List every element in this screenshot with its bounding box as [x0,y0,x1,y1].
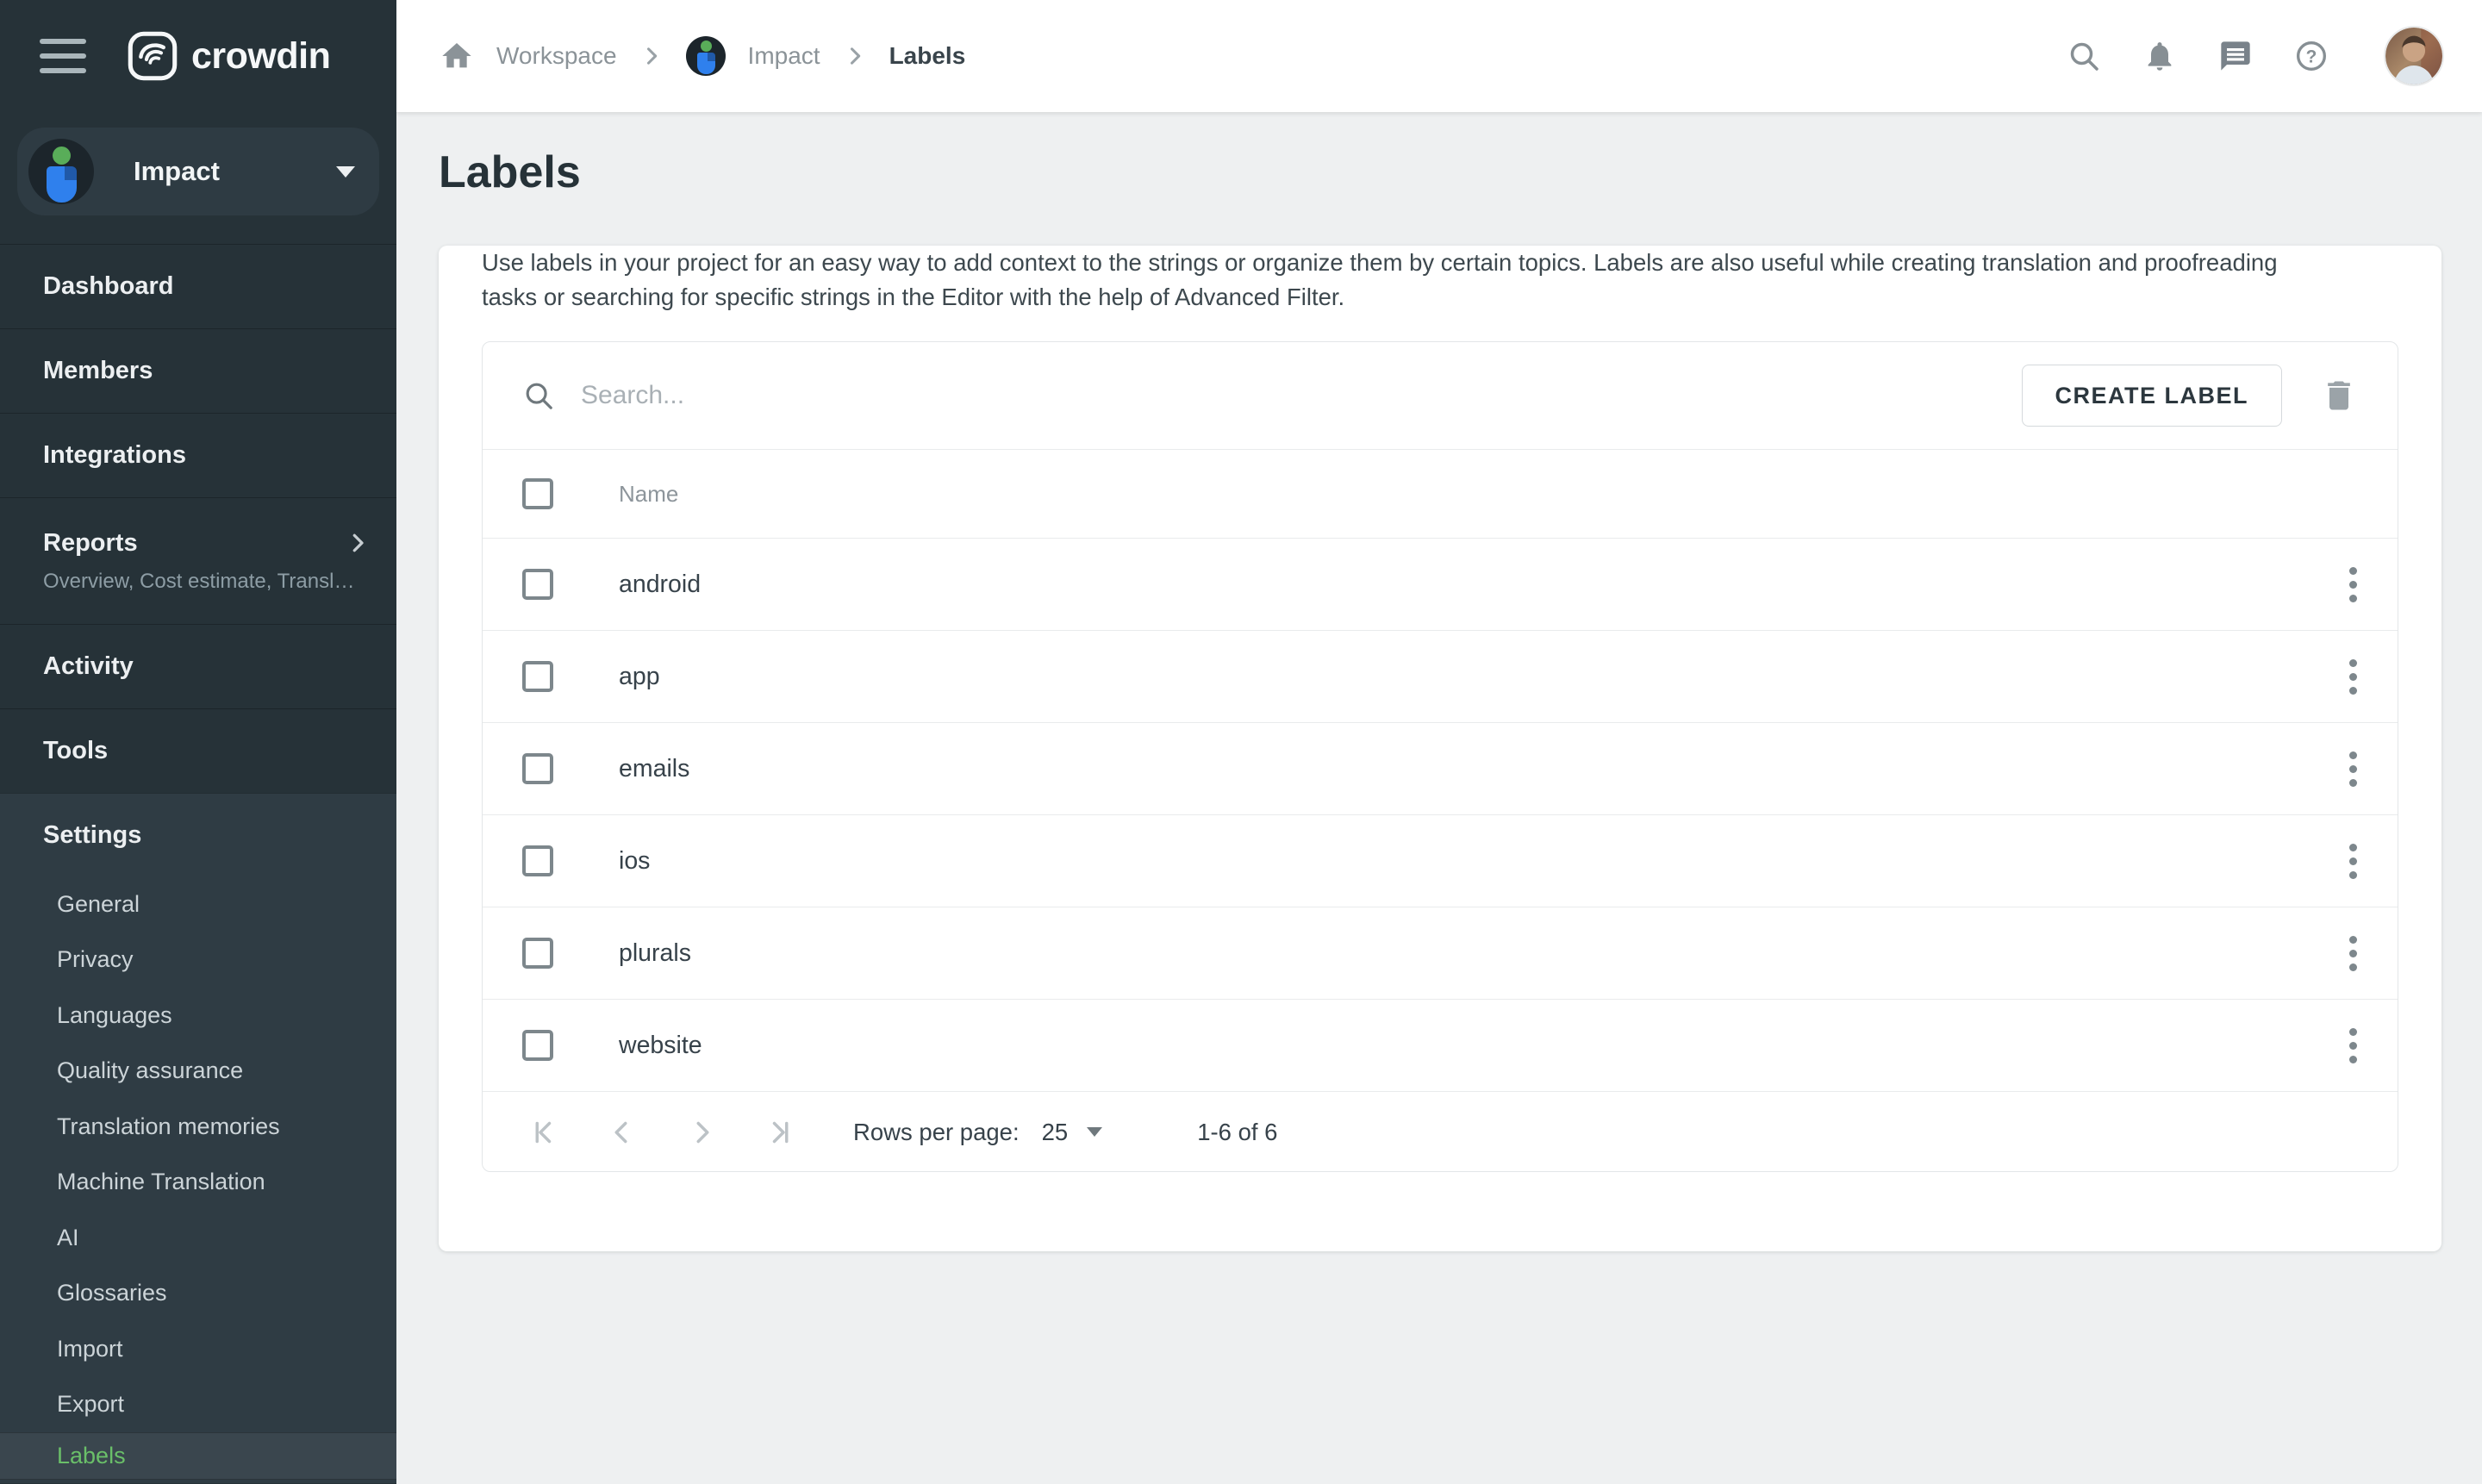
label-name: emails [619,755,689,783]
home-icon[interactable] [440,39,474,73]
row-checkbox[interactable] [522,569,553,600]
label-name: website [619,1032,702,1060]
sidebar-item-reports[interactable]: Reports Overview, Cost estimate, Transl… [0,497,396,624]
sidebar-item-privacy[interactable]: Privacy [0,932,396,988]
row-kebab-menu-icon[interactable] [2334,743,2372,795]
user-avatar[interactable] [2385,28,2442,84]
chevron-right-icon [843,44,867,68]
table-header-row: Name [483,449,2398,538]
search-icon [522,379,555,412]
sidebar-item-export[interactable]: Export [0,1377,396,1433]
label-name: app [619,663,660,691]
search-icon[interactable] [2067,39,2101,73]
sidebar-item-integrations[interactable]: Integrations [0,413,396,497]
breadcrumb-project[interactable]: Impact [748,42,820,70]
row-kebab-menu-icon[interactable] [2334,1019,2372,1071]
rows-per-page-label: Rows per page: [853,1119,1020,1146]
chat-icon[interactable] [2218,39,2253,73]
sidebar-menu: Dashboard Members Integrations Reports O… [0,244,396,793]
row-checkbox[interactable] [522,753,553,784]
pagination-range: 1-6 of 6 [1197,1119,1277,1146]
sidebar-item-quality-assurance[interactable]: Quality assurance [0,1044,396,1100]
main-content: Labels Use labels in your project for an… [396,112,2482,1484]
sidebar-item-general[interactable]: General [0,876,396,932]
name-column-header: Name [619,481,678,508]
sidebar-item-settings[interactable]: Settings [0,794,396,876]
project-avatar-icon [28,139,94,204]
row-kebab-menu-icon[interactable] [2334,558,2372,610]
help-icon[interactable]: ? [2294,39,2329,73]
select-all-checkbox[interactable] [522,478,553,509]
svg-text:?: ? [2306,47,2317,66]
first-page-icon[interactable] [527,1117,558,1148]
row-kebab-menu-icon[interactable] [2334,835,2372,887]
breadcrumb-current: Labels [889,42,966,70]
table-row-plurals: plurals [483,907,2398,999]
sidebar-item-tools[interactable]: Tools [0,708,396,793]
table-row-website: website [483,999,2398,1091]
next-page-icon[interactable] [686,1117,717,1148]
project-switcher[interactable]: Impact [17,128,379,215]
row-checkbox[interactable] [522,938,553,969]
notifications-bell-icon[interactable] [2142,39,2177,73]
topbar-actions: ? [2067,28,2442,84]
row-kebab-menu-icon[interactable] [2334,927,2372,979]
label-name: plurals [619,939,691,968]
reports-subtitle: Overview, Cost estimate, Transl… [43,570,371,594]
labels-table: CREATE LABEL Name android app ema [482,341,2398,1172]
pagination-controls [527,1117,796,1148]
chevron-down-icon [1087,1127,1102,1137]
table-row-app: app [483,630,2398,722]
sidebar-item-activity[interactable]: Activity [0,624,396,708]
breadcrumb: Workspace Impact Labels [440,36,965,76]
label-name: ios [619,847,650,876]
crowdin-wordmark: crowdin [191,35,330,78]
label-name: android [619,571,701,599]
search-field [522,379,2022,412]
hamburger-menu-icon[interactable] [40,39,86,73]
sidebar-item-glossaries[interactable]: Glossaries [0,1266,396,1322]
last-page-icon[interactable] [765,1117,796,1148]
pagination-bar: Rows per page: 25 1-6 of 6 [483,1091,2398,1172]
previous-page-icon[interactable] [607,1117,638,1148]
rows-per-page-select[interactable]: 25 [1042,1119,1103,1146]
sidebar-item-dashboard[interactable]: Dashboard [0,244,396,328]
chevron-down-icon [336,166,355,178]
row-checkbox[interactable] [522,661,553,692]
create-label-button[interactable]: CREATE LABEL [2022,365,2283,427]
table-row-android: android [483,538,2398,630]
table-row-emails: emails [483,722,2398,814]
search-input[interactable] [581,381,2022,410]
crowdin-logo-icon [128,31,178,81]
sidebar-settings-section: Settings General Privacy Languages Quali… [0,793,396,1483]
labels-description-line2: tasks or searching for specific strings … [482,280,2398,315]
labels-description-line1: Use labels in your project for an easy w… [482,246,2398,280]
sidebar-item-translation-memories[interactable]: Translation memories [0,1099,396,1155]
sidebar-item-languages[interactable]: Languages [0,988,396,1044]
chevron-right-icon [639,44,664,68]
row-kebab-menu-icon[interactable] [2334,651,2372,702]
table-row-ios: ios [483,814,2398,907]
chevron-right-icon [345,530,371,556]
sidebar-item-labels[interactable]: Labels [0,1432,396,1480]
rows-per-page-value: 25 [1042,1119,1069,1146]
breadcrumb-workspace[interactable]: Workspace [496,42,617,70]
delete-trash-icon[interactable] [2320,377,2358,415]
topbar: Workspace Impact Labels ? [396,0,2482,112]
sidebar-item-ai[interactable]: AI [0,1210,396,1266]
row-checkbox[interactable] [522,845,553,876]
sidebar-header: crowdin [0,0,396,112]
sidebar-item-import[interactable]: Import [0,1321,396,1377]
labels-card: Use labels in your project for an easy w… [439,246,2441,1251]
project-switcher-label: Impact [134,156,220,187]
sidebar-item-members[interactable]: Members [0,328,396,413]
breadcrumb-project-avatar-icon [686,36,726,76]
sidebar: crowdin Impact Dashboard Members Integra… [0,0,396,1484]
labels-toolbar: CREATE LABEL [483,342,2398,449]
page-title: Labels [439,147,2482,198]
crowdin-logo[interactable]: crowdin [128,31,330,81]
row-checkbox[interactable] [522,1030,553,1061]
sidebar-item-machine-translation[interactable]: Machine Translation [0,1155,396,1211]
